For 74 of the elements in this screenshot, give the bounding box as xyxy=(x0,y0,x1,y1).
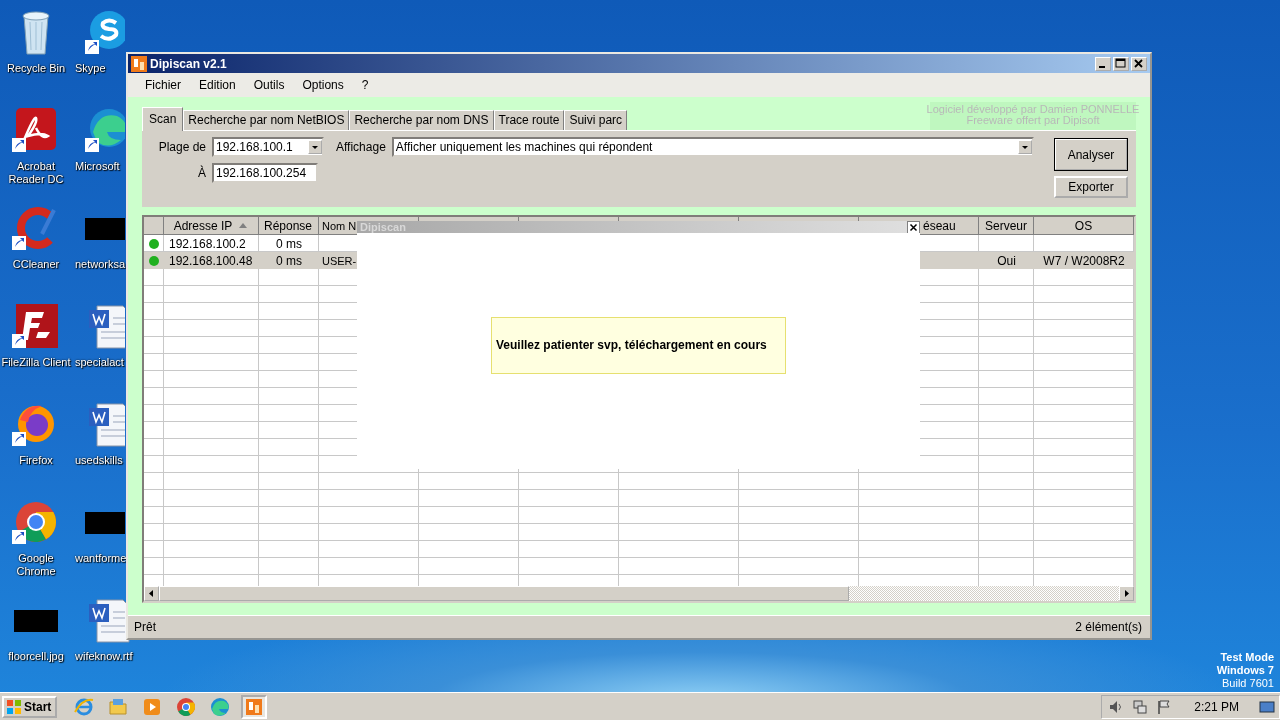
menu-item[interactable]: Edition xyxy=(190,78,245,92)
tab[interactable]: Trace route xyxy=(493,110,565,130)
status-text: Prêt xyxy=(134,620,156,634)
tab[interactable]: Suivi parc xyxy=(564,110,628,130)
scroll-left-button[interactable] xyxy=(144,586,159,601)
system-watermark-text: Test Mode xyxy=(1220,651,1274,664)
flag-icon[interactable] xyxy=(1156,698,1173,715)
system-watermark-text: Windows 7 xyxy=(1216,664,1274,677)
app-icon xyxy=(131,55,147,72)
column-header[interactable]: OS xyxy=(1034,217,1134,234)
clock-text[interactable]: 2:21 PM xyxy=(1194,699,1239,714)
ip-start-combo[interactable]: 192.168.100.1 xyxy=(212,137,324,157)
desktop-icon-label[interactable]: Firefox xyxy=(19,454,53,467)
desktop-icon-label[interactable]: usedskills xyxy=(75,454,123,467)
credits-text: Freeware offert par Dipisoft xyxy=(966,115,1100,126)
field-value: Afficher uniquement les machines qui répondent xyxy=(395,140,654,154)
desktop-icon-label[interactable]: floorcell.jpg xyxy=(8,650,64,663)
minimize-icon[interactable] xyxy=(1095,56,1111,71)
dipiscan-app-taskbar-button[interactable] xyxy=(241,694,268,719)
field-label: Affichage xyxy=(336,140,386,154)
desktop-icon-label[interactable]: Recycle Bin xyxy=(6,62,66,75)
credits-text: Logiciel développé par Damien PONNELLE xyxy=(926,104,1140,115)
filezilla-shortcut-icon[interactable] xyxy=(12,302,60,350)
table-cell-text: W7 / W2008R2 xyxy=(1042,252,1126,269)
menu-item[interactable]: Fichier xyxy=(136,78,190,92)
close-icon[interactable] xyxy=(907,221,920,233)
edge-shortcut-icon[interactable] xyxy=(85,106,125,154)
desktop-icon-label[interactable]: Google Chrome xyxy=(0,552,72,578)
tab[interactable]: Recherche par nom NetBIOS xyxy=(183,110,350,130)
table-cell-text: 0 ms xyxy=(275,235,303,252)
analyze-button[interactable]: Analyser xyxy=(1054,138,1128,171)
dropdown-button[interactable] xyxy=(308,140,322,154)
table-cell-text: 192.168.100.2 xyxy=(168,235,247,252)
maximize-icon[interactable] xyxy=(1113,56,1129,71)
network-icon[interactable] xyxy=(1132,698,1149,715)
desktop-icon-label[interactable]: specialact xyxy=(75,356,124,369)
ip-end-field[interactable]: 192.168.100.254 xyxy=(212,163,318,183)
field-label: À xyxy=(197,166,206,180)
desktop-icon-label[interactable]: networksa xyxy=(75,258,126,271)
show-desktop-icon[interactable] xyxy=(1259,699,1275,714)
start-button[interactable]: Start xyxy=(2,695,58,718)
column-header[interactable]: Serveur xyxy=(979,217,1034,234)
menu-item[interactable]: Outils xyxy=(244,78,294,92)
tab[interactable]: Recherche par nom DNS xyxy=(349,110,494,130)
display-filter-combo[interactable]: Afficher uniquement les machines qui répondent xyxy=(391,137,1034,157)
desktop-icon-label[interactable]: FileZilla Client xyxy=(1,356,71,369)
table-cell-text: 192.168.100.48 xyxy=(168,252,254,269)
scroll-right-button[interactable] xyxy=(1119,586,1134,601)
desktop-icon-label[interactable]: Microsoft xyxy=(75,160,120,173)
menu-item[interactable]: Options xyxy=(293,78,353,92)
window-title: Dipiscan v2.1 xyxy=(150,56,228,71)
skype-shortcut-icon[interactable] xyxy=(85,8,125,56)
windows-logo-icon xyxy=(6,698,22,715)
dropdown-button[interactable] xyxy=(1017,140,1032,154)
table-cell-text: Oui xyxy=(996,252,1017,269)
column-header[interactable]: Réponse xyxy=(259,217,319,234)
loading-message: Veuillez patienter svp, téléchargement en cours xyxy=(491,316,786,374)
scrollbar-thumb[interactable] xyxy=(159,586,849,601)
export-button[interactable]: Exporter xyxy=(1054,176,1128,198)
desktop-icon-label[interactable]: Acrobat Reader DC xyxy=(0,160,72,186)
status-text: 2 élément(s) xyxy=(1075,620,1142,634)
column-header[interactable]: Adresse IP xyxy=(164,217,259,234)
desktop-icon-label[interactable]: Skype xyxy=(75,62,106,75)
desktop-icon-label[interactable]: wantforme xyxy=(75,552,127,565)
tab[interactable]: Scan xyxy=(142,107,184,131)
system-watermark-text: Build 7601 xyxy=(1222,677,1274,690)
table-cell-text: 0 ms xyxy=(275,252,303,269)
menu-item[interactable]: ? xyxy=(352,78,378,92)
table-row[interactable]: 192.168.100.2 0 ms xyxy=(144,235,1134,252)
field-value: 192.168.100.1 xyxy=(216,140,294,154)
table-cell-text: USER- xyxy=(321,253,358,269)
field-label: Plage de xyxy=(157,140,206,154)
desktop-icon-label[interactable]: wifeknow.rtf xyxy=(75,650,133,663)
desktop-icon-label[interactable]: CCleaner xyxy=(12,258,60,271)
